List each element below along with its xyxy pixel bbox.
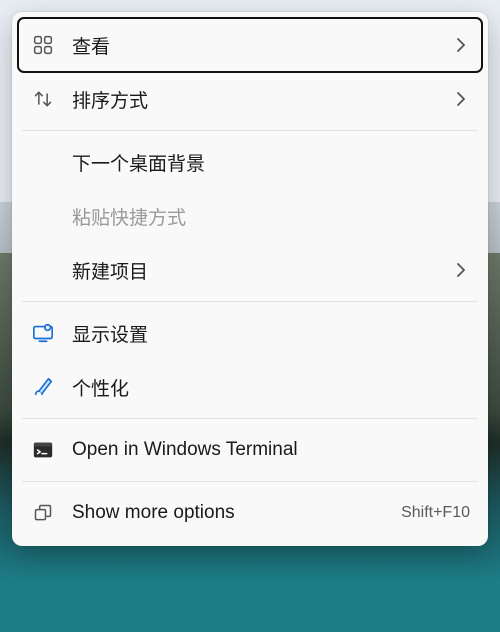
- blank-icon: [28, 147, 58, 177]
- menu-item-shortcut: Shift+F10: [401, 504, 470, 522]
- menu-item-display-settings[interactable]: 显示设置: [18, 306, 482, 360]
- menu-divider: [22, 481, 478, 482]
- menu-item-sort[interactable]: 排序方式: [18, 72, 482, 126]
- display-settings-icon: [28, 318, 58, 348]
- desktop-context-menu: 查看 排序方式 下一个桌面背景 粘贴快捷方式 新建项目: [12, 12, 488, 546]
- menu-divider: [22, 130, 478, 131]
- menu-divider: [22, 418, 478, 419]
- menu-item-label: 查看: [72, 32, 452, 59]
- terminal-icon: [28, 435, 58, 465]
- menu-item-terminal[interactable]: Open in Windows Terminal: [18, 423, 482, 477]
- chevron-right-icon: [452, 36, 470, 54]
- menu-divider: [22, 301, 478, 302]
- menu-item-new[interactable]: 新建项目: [18, 243, 482, 297]
- menu-item-label: 下一个桌面背景: [72, 149, 470, 176]
- chevron-right-icon: [452, 90, 470, 108]
- menu-item-label: 排序方式: [72, 86, 452, 113]
- more-options-icon: [28, 498, 58, 528]
- sort-icon: [28, 84, 58, 114]
- menu-item-personalize[interactable]: 个性化: [18, 360, 482, 414]
- menu-item-label: 显示设置: [72, 320, 470, 347]
- view-grid-icon: [28, 30, 58, 60]
- paintbrush-icon: [28, 372, 58, 402]
- menu-item-label: 新建项目: [72, 257, 452, 284]
- menu-item-more-options[interactable]: Show more options Shift+F10: [18, 486, 482, 540]
- menu-item-label: 个性化: [72, 374, 470, 401]
- blank-icon: [28, 255, 58, 285]
- menu-item-view[interactable]: 查看: [18, 18, 482, 72]
- menu-item-next-background[interactable]: 下一个桌面背景: [18, 135, 482, 189]
- menu-item-label: Open in Windows Terminal: [72, 439, 470, 461]
- blank-icon: [28, 201, 58, 231]
- menu-item-paste-shortcut: 粘贴快捷方式: [18, 189, 482, 243]
- chevron-right-icon: [452, 261, 470, 279]
- menu-item-label: Show more options: [72, 502, 401, 524]
- menu-item-label: 粘贴快捷方式: [72, 203, 470, 230]
